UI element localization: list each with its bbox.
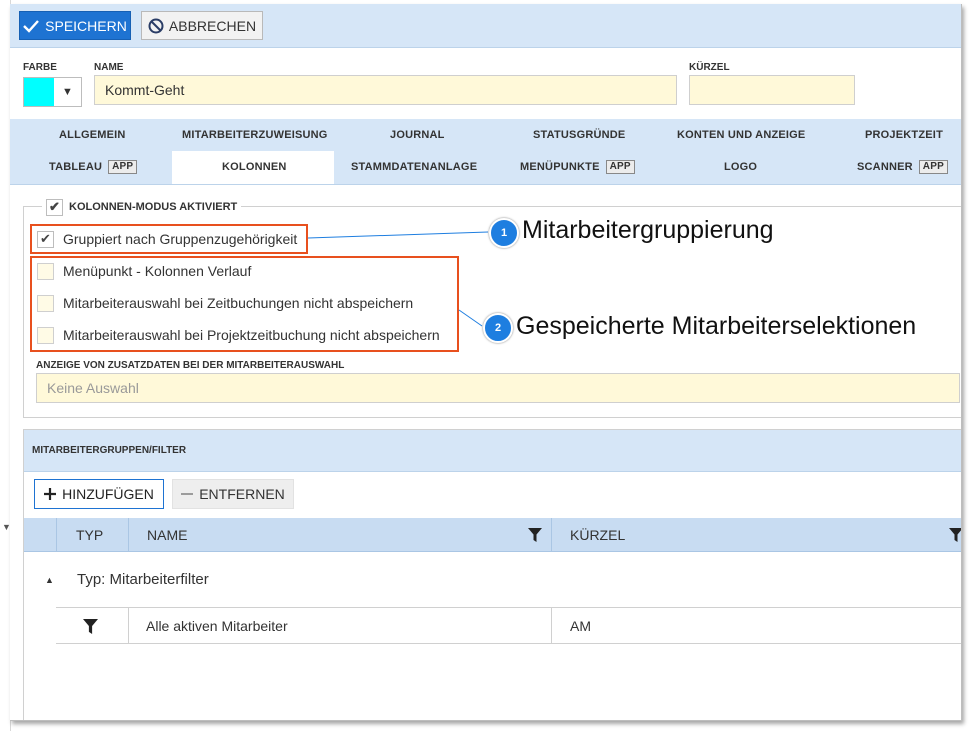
table-header: TYP NAME KÜRZEL [24, 518, 961, 552]
check-icon [23, 19, 40, 33]
tab-stammdatenanlage[interactable]: STAMMDATENANLAGE [351, 159, 477, 175]
column-divider [128, 608, 129, 643]
cancel-icon [148, 18, 164, 33]
filter-icon [83, 619, 98, 634]
minus-icon [181, 493, 194, 495]
tab-bar [10, 119, 961, 185]
column-divider [128, 518, 129, 551]
remove-label: ENTFERNEN [199, 486, 285, 502]
tab-tableau[interactable]: TABLEAU APP [49, 159, 138, 175]
save-label: SPEICHERN [45, 17, 127, 34]
tab-scanner[interactable]: SCANNER APP [857, 159, 948, 175]
column-mode-header: ✔ KOLONNEN-MODUS AKTIVIERT [42, 198, 242, 216]
tab-menuepunkte[interactable]: MENÜPUNKTE APP [520, 159, 635, 175]
tab-label: JOURNAL [390, 129, 445, 141]
tab-konten-und-anzeige[interactable]: KONTEN UND ANZEIGE [677, 128, 805, 142]
tab-label: STATUSGRÜNDE [533, 129, 626, 141]
tab-label: STAMMDATENANLAGE [351, 161, 478, 173]
color-label: FARBE [23, 62, 57, 73]
collapse-triangle-icon[interactable]: ▲ [45, 575, 54, 585]
app-badge: APP [605, 160, 635, 174]
column-header-type[interactable]: TYP [76, 518, 103, 551]
callout-number: 2 [494, 322, 502, 334]
group-row[interactable]: ▲ Typ: Mitarbeiterfilter [24, 551, 961, 607]
color-swatch [24, 78, 54, 106]
name-label: NAME [94, 62, 124, 73]
cancel-label: ABBRECHEN [168, 17, 257, 34]
tab-journal[interactable]: JOURNAL [390, 128, 445, 142]
tab-label: MITARBEITERZUWEISUNG [182, 129, 328, 141]
column-header-label: TYP [76, 526, 104, 543]
plus-icon [44, 488, 57, 500]
remove-button[interactable]: ENTFERNEN [172, 479, 294, 509]
add-button[interactable]: HINZUFÜGEN [34, 479, 164, 509]
app-badge: APP [918, 160, 948, 174]
cell-short: AM [570, 608, 591, 643]
highlight-box-2 [30, 256, 459, 352]
column-divider [551, 608, 552, 643]
tab-label: KONTEN UND ANZEIGE [677, 129, 806, 141]
app-window: SPEICHERN ABBRECHEN FARBE ▼ NAME Kommt-G… [10, 4, 962, 721]
name-value: Kommt-Geht [105, 82, 185, 98]
callout-text-2: Gespeicherte Mitarbeiterselektionen [516, 312, 917, 340]
callout-text-1: Mitarbeitergruppierung [522, 216, 774, 244]
cell-short-text: AM [570, 617, 591, 634]
tab-label: TABLEAU [49, 161, 103, 173]
column-header-short[interactable]: KÜRZEL [570, 518, 625, 551]
highlight-box-1 [30, 224, 308, 254]
tab-label: KOLONNEN [222, 161, 287, 173]
tab-label: PROJEKTZEIT [865, 129, 943, 141]
tab-label: LOGO [724, 161, 758, 173]
tab-logo[interactable]: LOGO [724, 159, 757, 175]
groups-filter-panel: MITARBEITERGRUPPEN/FILTER HINZUFÜGEN ENT… [23, 429, 961, 720]
name-field[interactable]: Kommt-Geht [94, 75, 677, 105]
color-picker[interactable]: ▼ [23, 77, 82, 107]
callout-badge-2: 2 [483, 313, 513, 343]
column-header-name[interactable]: NAME [147, 518, 187, 551]
column-divider [56, 518, 57, 551]
app-badge: APP [108, 160, 138, 174]
column-header-label: NAME [147, 526, 188, 543]
groups-filter-title: MITARBEITERGRUPPEN/FILTER [32, 445, 187, 456]
column-divider [551, 518, 552, 551]
toolbar: SPEICHERN ABBRECHEN [10, 4, 961, 48]
groups-filter-header: MITARBEITERGRUPPEN/FILTER [24, 430, 961, 472]
filter-icon[interactable] [949, 528, 962, 542]
table-row[interactable]: Alle aktiven Mitarbeiter AM [56, 607, 961, 644]
callout-number: 1 [500, 227, 508, 239]
group-label: Typ: Mitarbeiterfilter [77, 571, 209, 588]
tab-statusgruende[interactable]: STATUSGRÜNDE [533, 128, 625, 142]
tab-label: SCANNER [857, 161, 913, 173]
tab-projektzeit[interactable]: PROJEKTZEIT [865, 128, 943, 142]
short-label: KÜRZEL [689, 62, 730, 73]
cancel-button[interactable]: ABBRECHEN [141, 11, 263, 40]
tab-label: ALLGEMEIN [59, 129, 126, 141]
tab-mitarbeiterzuweisung[interactable]: MITARBEITERZUWEISUNG [182, 128, 328, 142]
save-button[interactable]: SPEICHERN [19, 11, 131, 40]
column-mode-title: KOLONNEN-MODUS AKTIVIERT [69, 201, 238, 213]
tab-kolonnen[interactable]: KOLONNEN [222, 159, 287, 175]
tab-allgemein[interactable]: ALLGEMEIN [59, 128, 126, 142]
tab-label: MENÜPUNKTE [520, 161, 600, 173]
extra-data-placeholder: Keine Auswahl [47, 380, 139, 396]
short-field[interactable] [689, 75, 855, 105]
extra-data-label: ANZEIGE VON ZUSATZDATEN BEI DER MITARBEI… [36, 360, 345, 371]
column-header-label: KÜRZEL [570, 526, 626, 543]
cell-name: Alle aktiven Mitarbeiter [146, 608, 288, 643]
callout-badge-1: 1 [489, 218, 519, 248]
add-label: HINZUFÜGEN [62, 486, 154, 502]
dropdown-arrow-icon: ▼ [62, 86, 73, 98]
column-mode-checkbox[interactable]: ✔ [46, 198, 63, 216]
cell-name-text: Alle aktiven Mitarbeiter [146, 617, 288, 634]
extra-data-select[interactable]: Keine Auswahl [36, 373, 960, 403]
filter-icon[interactable] [528, 528, 542, 542]
checkmark-icon: ✔ [49, 198, 60, 214]
